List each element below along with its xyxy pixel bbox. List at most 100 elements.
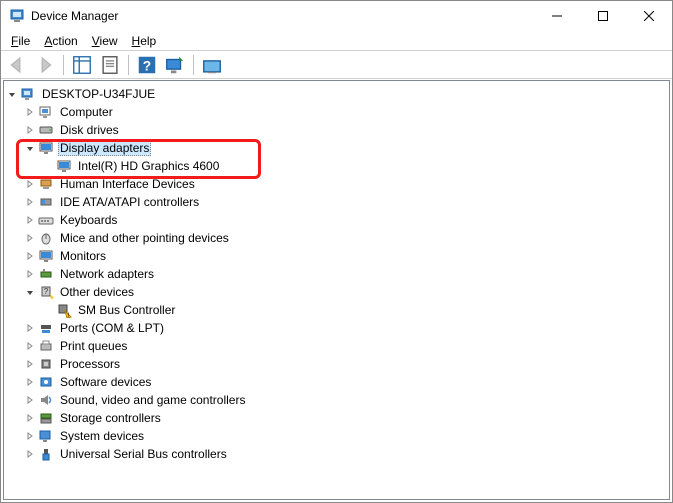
expand-arrow[interactable] [4,86,20,102]
tree-category-keyboards[interactable]: Keyboards [4,211,669,229]
expand-arrow[interactable] [22,212,38,228]
tree-category-disk-drives[interactable]: Disk drives [4,121,669,139]
tree-category-display-adapters[interactable]: Display adapters [4,139,669,157]
expand-arrow[interactable] [22,374,38,390]
tree-category-ports[interactable]: Ports (COM & LPT) [4,319,669,337]
expand-arrow[interactable] [22,104,38,120]
help-button[interactable]: ? [135,53,159,77]
tree-item-label: DESKTOP-U34FJUE [40,87,157,101]
expand-arrow[interactable] [22,356,38,372]
expand-arrow[interactable] [22,320,38,336]
menu-action[interactable]: Action [40,34,81,48]
tree-item-label: Universal Serial Bus controllers [58,447,229,461]
tree-item-label: Human Interface Devices [58,177,197,191]
tree-item-label: Sound, video and game controllers [58,393,247,407]
tree-item-label: Ports (COM & LPT) [58,321,166,335]
expand-arrow[interactable] [22,410,38,426]
show-hidden-button[interactable] [200,53,224,77]
toolbar-separator [128,55,129,75]
menu-file[interactable]: File [7,34,34,48]
tree-category-storage[interactable]: Storage controllers [4,409,669,427]
tree-device-sm-bus[interactable]: !SM Bus Controller [4,301,669,319]
expand-arrow [40,302,56,318]
scan-hardware-button[interactable] [163,53,187,77]
expand-arrow[interactable] [22,284,38,300]
expand-arrow[interactable] [22,266,38,282]
title-bar: Device Manager [1,1,672,31]
computer-icon [38,104,54,120]
tree-category-hid[interactable]: Human Interface Devices [4,175,669,193]
sm-bus-icon: ! [56,302,72,318]
hid-icon [38,176,54,192]
window-title: Device Manager [31,9,534,23]
tree-item-label: Other devices [58,285,136,299]
menu-view[interactable]: View [88,34,122,48]
usb-icon [38,446,54,462]
system-icon [38,428,54,444]
tree-category-mice[interactable]: Mice and other pointing devices [4,229,669,247]
window-controls [534,1,672,31]
tree-item-label: Processors [58,357,122,371]
expand-arrow[interactable] [22,392,38,408]
tree-item-label: Keyboards [58,213,119,227]
tree-item-label: IDE ATA/ATAPI controllers [58,195,201,209]
tree-item-label: Storage controllers [58,411,163,425]
forward-button[interactable] [33,53,57,77]
tree-category-sound[interactable]: Sound, video and game controllers [4,391,669,409]
tree-item-label: Display adapters [58,140,151,156]
sound-icon [38,392,54,408]
show-hide-tree-button[interactable] [70,53,94,77]
tree-category-software-devices[interactable]: Software devices [4,373,669,391]
expand-arrow[interactable] [22,122,38,138]
display-adapters-icon [38,140,54,156]
tree-item-label: Disk drives [58,123,121,137]
tree-item-label: Computer [58,105,115,119]
tree-category-print-queues[interactable]: Print queues [4,337,669,355]
tree-category-processors[interactable]: Processors [4,355,669,373]
root-icon [20,86,36,102]
tree-category-network[interactable]: Network adapters [4,265,669,283]
tree-item-label: Intel(R) HD Graphics 4600 [76,159,221,173]
close-button[interactable] [626,1,672,31]
svg-text:?: ? [44,287,49,296]
expand-arrow[interactable] [22,248,38,264]
tree-item-label: Network adapters [58,267,156,281]
expand-arrow[interactable] [22,428,38,444]
software-devices-icon [38,374,54,390]
toolbar: ? [1,51,672,79]
expand-arrow[interactable] [22,338,38,354]
other-icon: ? [38,284,54,300]
keyboards-icon [38,212,54,228]
menu-bar: File Action View Help [1,31,672,51]
menu-help[interactable]: Help [128,34,161,48]
tree-category-usb[interactable]: Universal Serial Bus controllers [4,445,669,463]
svg-text:?: ? [143,58,151,73]
app-icon [9,8,25,24]
tree-root[interactable]: DESKTOP-U34FJUE [4,85,669,103]
disk-drives-icon [38,122,54,138]
tree-item-label: Print queues [58,339,129,353]
tree-category-system[interactable]: System devices [4,427,669,445]
processors-icon [38,356,54,372]
ide-icon [38,194,54,210]
expand-arrow[interactable] [22,176,38,192]
intel-hd-4600-icon [56,158,72,174]
expand-arrow[interactable] [22,446,38,462]
tree-category-computer[interactable]: Computer [4,103,669,121]
minimize-button[interactable] [534,1,580,31]
expand-arrow[interactable] [22,230,38,246]
tree-category-other[interactable]: ? Other devices [4,283,669,301]
expand-arrow[interactable] [22,194,38,210]
storage-icon [38,410,54,426]
expand-arrow[interactable] [22,140,38,156]
toolbar-separator [193,55,194,75]
tree-category-monitors[interactable]: Monitors [4,247,669,265]
tree-category-ide[interactable]: IDE ATA/ATAPI controllers [4,193,669,211]
tree-item-label: Monitors [58,249,108,263]
properties-button[interactable] [98,53,122,77]
device-tree-pane[interactable]: DESKTOP-U34FJUE Computer Disk drives Displa… [3,80,670,500]
maximize-button[interactable] [580,1,626,31]
tree-device-intel-hd-4600[interactable]: Intel(R) HD Graphics 4600 [4,157,669,175]
back-button[interactable] [5,53,29,77]
mice-icon [38,230,54,246]
